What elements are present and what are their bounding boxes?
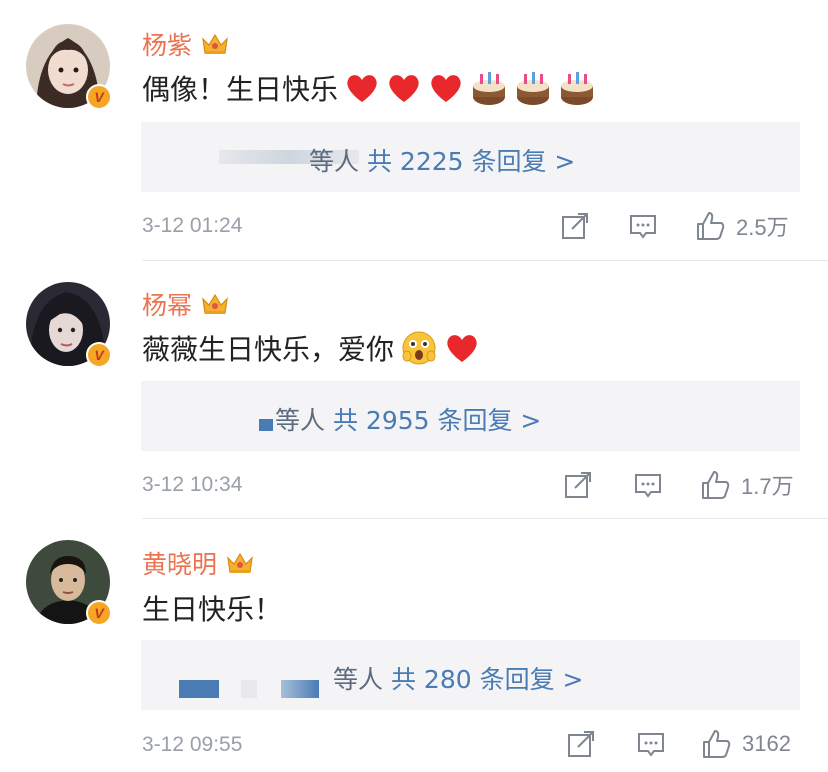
replies-preview[interactable]: 等人 共 280 条回复 > xyxy=(141,640,800,710)
like-button[interactable]: 2.5万 xyxy=(694,210,789,242)
replies-prefix: 等人 xyxy=(309,147,360,176)
like-button[interactable]: 3162 xyxy=(700,728,791,760)
heart-emoji-icon xyxy=(389,75,419,102)
replies-link[interactable]: 共 2225 条回复 > xyxy=(367,147,575,176)
comment-actions: 1.7万 xyxy=(563,469,794,501)
like-count: 3162 xyxy=(742,731,791,756)
redacted-names xyxy=(281,680,319,698)
comment-icon[interactable] xyxy=(633,470,663,500)
cake-emoji-icon xyxy=(473,72,506,105)
replies-prefix: 等人 xyxy=(333,665,384,694)
comment-text: 生日快乐！ xyxy=(142,588,282,628)
like-icon xyxy=(703,730,731,758)
author-name-text[interactable]: 杨幂 xyxy=(142,286,192,322)
author-name[interactable]: 杨紫 xyxy=(142,26,230,62)
heart-emoji-icon xyxy=(347,75,377,102)
verified-badge-icon: V xyxy=(86,84,112,110)
heart-emoji-icon xyxy=(447,335,477,362)
avatar[interactable]: V xyxy=(26,540,112,626)
heart-emoji-icon xyxy=(431,75,461,102)
comment-text-body: 薇薇生日快乐，爱你 xyxy=(142,333,395,366)
redacted-names xyxy=(259,419,273,431)
author-name[interactable]: 杨幂 xyxy=(142,286,230,322)
like-count: 2.5万 xyxy=(736,215,789,240)
crown-icon xyxy=(202,293,228,314)
crown-icon xyxy=(227,552,253,573)
replies-preview[interactable]: 等人 共 2225 条回复 > xyxy=(141,122,800,192)
share-icon[interactable] xyxy=(560,211,590,241)
replies-prefix: 等人 xyxy=(275,406,326,435)
crown-icon xyxy=(202,33,228,54)
like-icon xyxy=(702,471,730,499)
shocked-face-emoji-icon xyxy=(402,331,436,365)
like-icon xyxy=(697,212,725,240)
comment-actions: 2.5万 xyxy=(560,210,789,242)
replies-link[interactable]: 共 280 条回复 > xyxy=(391,665,584,694)
replies-link[interactable]: 共 2955 条回复 > xyxy=(333,406,541,435)
divider xyxy=(142,518,828,519)
cake-emoji-icon xyxy=(561,72,594,105)
divider xyxy=(142,260,828,261)
replies-preview[interactable]: 等人 共 2955 条回复 > xyxy=(141,381,800,451)
replies-summary[interactable]: 等人 共 280 条回复 > xyxy=(333,660,583,696)
author-name[interactable]: 黄晓明 xyxy=(142,545,255,581)
author-name-text[interactable]: 杨紫 xyxy=(142,26,192,62)
avatar[interactable]: V xyxy=(26,24,112,110)
replies-summary[interactable]: 等人 共 2225 条回复 > xyxy=(309,142,575,178)
comment-text: 偶像！生日快乐 xyxy=(142,68,596,108)
author-name-text[interactable]: 黄晓明 xyxy=(142,545,217,581)
verified-badge-icon: V xyxy=(86,600,112,626)
comment-text-body: 生日快乐！ xyxy=(142,593,283,626)
redacted-names xyxy=(241,680,257,698)
like-count: 1.7万 xyxy=(741,474,794,499)
comment-icon[interactable] xyxy=(628,211,658,241)
share-icon[interactable] xyxy=(566,729,596,759)
redacted-names xyxy=(179,680,219,698)
comment-time: 3-12 10:34 xyxy=(142,473,243,496)
like-button[interactable]: 1.7万 xyxy=(699,469,794,501)
cake-emoji-icon xyxy=(517,72,550,105)
avatar[interactable]: V xyxy=(26,282,112,368)
comment-text-body: 偶像！生日快乐 xyxy=(142,73,339,106)
share-icon[interactable] xyxy=(563,470,593,500)
comment-text: 薇薇生日快乐，爱你 xyxy=(142,328,480,368)
comment-time: 3-12 09:55 xyxy=(142,733,243,756)
comment-time: 3-12 01:24 xyxy=(142,214,243,237)
replies-summary[interactable]: 等人 共 2955 条回复 > xyxy=(275,401,541,437)
verified-badge-icon: V xyxy=(86,342,112,368)
comment-actions: 3162 xyxy=(566,728,791,760)
comment-icon[interactable] xyxy=(636,729,666,759)
